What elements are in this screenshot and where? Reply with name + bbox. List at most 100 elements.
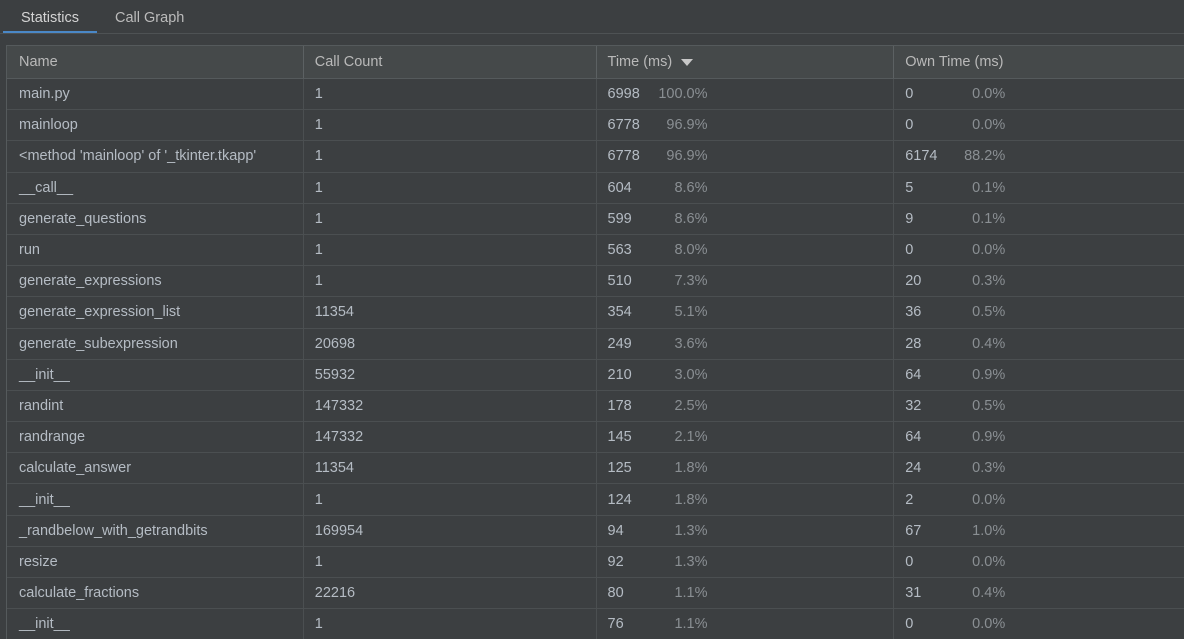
tab-call-graph-label: Call Graph xyxy=(115,10,185,26)
column-header-time[interactable]: Time (ms) xyxy=(595,46,894,78)
row-name-label: randrange xyxy=(19,429,86,446)
row-own-time-value: 64 xyxy=(905,366,922,383)
row-name-label: __init__ xyxy=(19,616,70,633)
cell-call-count: 169954 xyxy=(302,515,596,546)
cell-time: 604 8.6% xyxy=(595,172,894,203)
row-call-count-value: 1 xyxy=(314,616,323,633)
row-time-percent: 2.5% xyxy=(674,397,708,414)
row-own-time-value: 9 xyxy=(905,210,914,227)
cell-call-count: 1 xyxy=(302,609,596,639)
cell-time: 6778 96.9% xyxy=(595,110,894,141)
row-own-time-percent: 0.0% xyxy=(972,117,1006,134)
tab-call-graph[interactable]: Call Graph xyxy=(97,0,202,31)
row-own-time-percent: 0.1% xyxy=(972,179,1006,196)
cell-own-time: 31 0.4% xyxy=(893,578,1184,609)
table-row[interactable]: __init__ 55932 210 3.0% 64 0.9% xyxy=(7,359,1184,391)
column-header-call-count[interactable]: Call Count xyxy=(302,46,596,78)
cell-call-count: 11354 xyxy=(302,453,596,484)
table-row[interactable]: __call__ 1 604 8.6% 5 0.1% xyxy=(7,172,1184,204)
table-row[interactable]: generate_expression_list 11354 354 5.1% 36 0.… xyxy=(7,297,1184,329)
cell-time: 76 1.1% xyxy=(595,609,894,639)
row-own-time-percent: 1.0% xyxy=(972,522,1006,539)
cell-time: 599 8.6% xyxy=(595,203,894,234)
row-name-label: calculate_fractions xyxy=(19,585,140,602)
tab-bar: Statistics Call Graph xyxy=(0,0,1184,34)
row-name-label: mainloop xyxy=(19,117,78,134)
cell-time: 6778 96.9% xyxy=(595,141,894,172)
column-header-own-time-label: Own Time (ms) xyxy=(905,54,1004,70)
row-time-value: 6778 xyxy=(607,117,640,134)
cell-name: __init__ xyxy=(7,609,303,639)
row-call-count-value: 1 xyxy=(314,148,323,165)
cell-time: 124 1.8% xyxy=(595,484,894,515)
cell-time: 80 1.1% xyxy=(595,578,894,609)
table-row[interactable]: generate_subexpression 20698 249 3.6% 28 0.4% xyxy=(7,328,1184,360)
cell-name: __init__ xyxy=(7,360,303,390)
cell-name: randrange xyxy=(7,422,303,452)
table-row[interactable]: randrange 147332 145 2.1% 64 0.9% xyxy=(7,422,1184,454)
column-header-call-count-label: Call Count xyxy=(314,54,383,70)
row-name-label: __init__ xyxy=(19,491,70,508)
cell-own-time: 24 0.3% xyxy=(893,453,1184,484)
column-header-own-time[interactable]: Own Time (ms) xyxy=(893,46,1184,78)
row-time-percent: 8.6% xyxy=(674,179,708,196)
column-header-time-label: Time (ms) xyxy=(607,54,673,70)
cell-call-count: 1 xyxy=(302,546,596,577)
row-name-label: generate_questions xyxy=(19,210,147,227)
row-own-time-value: 32 xyxy=(905,397,922,414)
table-body: main.py 1 6998 100.0% 0 0.0% mainloop 1 6778 96.9… xyxy=(7,79,1184,639)
row-own-time-percent: 0.9% xyxy=(972,366,1006,383)
row-call-count-value: 1 xyxy=(314,210,323,227)
cell-time: 94 1.3% xyxy=(595,515,894,546)
table-row[interactable]: generate_questions 1 599 8.6% 9 0.1% xyxy=(7,203,1184,235)
tab-statistics[interactable]: Statistics xyxy=(3,0,98,34)
row-own-time-value: 0 xyxy=(905,117,914,134)
row-own-time-value: 6174 xyxy=(905,148,938,165)
row-time-percent: 8.6% xyxy=(674,210,708,227)
table-row[interactable]: calculate_answer 11354 125 1.8% 24 0.3% xyxy=(7,453,1184,485)
row-time-percent: 100.0% xyxy=(658,86,708,103)
cell-call-count: 1 xyxy=(302,172,596,203)
row-own-time-percent: 0.3% xyxy=(972,460,1006,477)
row-own-time-percent: 0.4% xyxy=(972,335,1006,352)
table-row[interactable]: main.py 1 6998 100.0% 0 0.0% xyxy=(7,79,1184,111)
column-header-name[interactable]: Name xyxy=(7,46,303,78)
row-call-count-value: 22216 xyxy=(314,585,356,602)
row-own-time-percent: 0.9% xyxy=(972,429,1006,446)
cell-call-count: 147332 xyxy=(302,422,596,453)
row-name-label: _randbelow_with_getrandbits xyxy=(19,522,208,539)
row-time-value: 76 xyxy=(607,616,624,633)
cell-call-count: 1 xyxy=(302,203,596,234)
table-row[interactable]: __init__ 1 76 1.1% 0 0.0% xyxy=(7,609,1184,639)
row-time-percent: 1.1% xyxy=(674,585,708,602)
row-time-value: 124 xyxy=(607,491,632,508)
row-time-percent: 96.9% xyxy=(666,148,708,165)
row-time-percent: 1.1% xyxy=(674,616,708,633)
table-row[interactable]: resize 1 92 1.3% 0 0.0% xyxy=(7,546,1184,578)
table-row[interactable]: calculate_fractions 22216 80 1.1% 31 0.4% xyxy=(7,578,1184,610)
row-time-value: 92 xyxy=(607,553,624,570)
table-row[interactable]: generate_expressions 1 510 7.3% 20 0.3% xyxy=(7,266,1184,298)
cell-own-time: 64 0.9% xyxy=(893,422,1184,453)
table-row[interactable]: <method 'mainloop' of '_tkinter.tkapp' 1 6… xyxy=(7,141,1184,173)
cell-name: calculate_answer xyxy=(7,453,303,483)
row-name-label: calculate_answer xyxy=(19,460,132,477)
column-header-name-label: Name xyxy=(19,54,58,70)
cell-own-time: 0 0.0% xyxy=(893,110,1184,141)
table-row[interactable]: _randbelow_with_getrandbits 169954 94 1.3% 6… xyxy=(7,515,1184,547)
cell-name: run xyxy=(7,235,303,265)
table-row[interactable]: __init__ 1 124 1.8% 2 0.0% xyxy=(7,484,1184,516)
row-own-time-percent: 0.0% xyxy=(972,491,1006,508)
row-name-label: main.py xyxy=(19,86,70,103)
row-own-time-percent: 0.3% xyxy=(972,273,1006,290)
table-row[interactable]: mainloop 1 6778 96.9% 0 0.0% xyxy=(7,110,1184,142)
row-own-time-percent: 0.0% xyxy=(972,86,1006,103)
cell-time: 6998 100.0% xyxy=(595,79,894,110)
cell-own-time: 2 0.0% xyxy=(893,484,1184,515)
table-row[interactable]: run 1 563 8.0% 0 0.0% xyxy=(7,234,1184,267)
table-row[interactable]: randint 147332 178 2.5% 32 0.5% xyxy=(7,390,1184,423)
row-time-value: 125 xyxy=(607,460,632,477)
cell-time: 249 3.6% xyxy=(595,328,894,359)
row-time-percent: 1.8% xyxy=(674,460,708,477)
row-own-time-value: 64 xyxy=(905,429,922,446)
